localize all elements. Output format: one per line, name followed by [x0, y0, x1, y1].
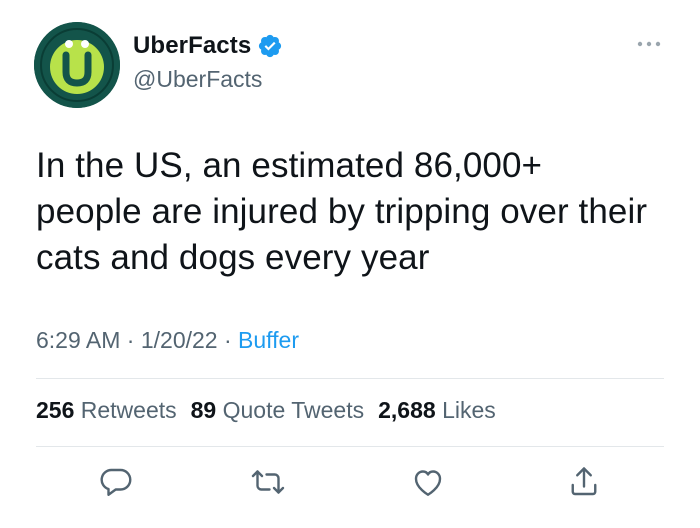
reply-icon[interactable] — [98, 464, 134, 500]
tweet-time[interactable]: 6:29 AM — [36, 327, 120, 353]
quote-tweets-label: Quote Tweets — [222, 397, 365, 423]
likes-count: 2,688 — [378, 397, 436, 423]
verified-badge-icon — [257, 33, 283, 59]
name-row: UberFacts — [133, 30, 283, 62]
retweets-label: Retweets — [80, 397, 177, 423]
meta-separator: · — [126, 327, 135, 353]
more-options-icon[interactable] — [636, 36, 662, 47]
tweet-text: In the US, an estimated 86,000+ people a… — [36, 143, 676, 281]
retweets-count: 256 — [36, 397, 75, 423]
tweet-date[interactable]: 1/20/22 — [141, 327, 218, 353]
share-icon[interactable] — [566, 464, 602, 500]
likes-label: Likes — [442, 397, 496, 423]
engagement-stats: 256 Retweets 89 Quote Tweets 2,688 Likes — [36, 397, 496, 424]
divider — [36, 378, 664, 379]
action-bar — [0, 464, 700, 504]
meta-separator: · — [223, 327, 232, 353]
tweet-source-link[interactable]: Buffer — [238, 327, 299, 353]
author-block: UberFacts @UberFacts — [133, 30, 283, 93]
tweet-card: UberFacts @UberFacts In the US, an estim… — [0, 0, 700, 528]
avatar[interactable] — [34, 22, 120, 108]
handle[interactable]: @UberFacts — [133, 66, 283, 93]
quote-tweets-count: 89 — [190, 397, 217, 423]
divider — [36, 446, 664, 447]
display-name[interactable]: UberFacts — [133, 32, 251, 60]
quote-tweets-stat[interactable]: 89 Quote Tweets — [191, 397, 364, 424]
retweets-stat[interactable]: 256 Retweets — [36, 397, 177, 424]
retweet-icon[interactable] — [250, 464, 286, 500]
tweet-meta: 6:29 AM · 1/20/22 · Buffer — [36, 327, 299, 354]
tweet-text-line: cats and dogs every year — [36, 238, 430, 277]
like-icon[interactable] — [410, 464, 446, 500]
tweet-text-line: people are injured by tripping over thei… — [36, 192, 648, 231]
likes-stat[interactable]: 2,688 Likes — [378, 397, 496, 424]
uberfacts-logo-icon — [34, 22, 120, 108]
tweet-text-line: In the US, an estimated 86,000+ — [36, 146, 543, 185]
